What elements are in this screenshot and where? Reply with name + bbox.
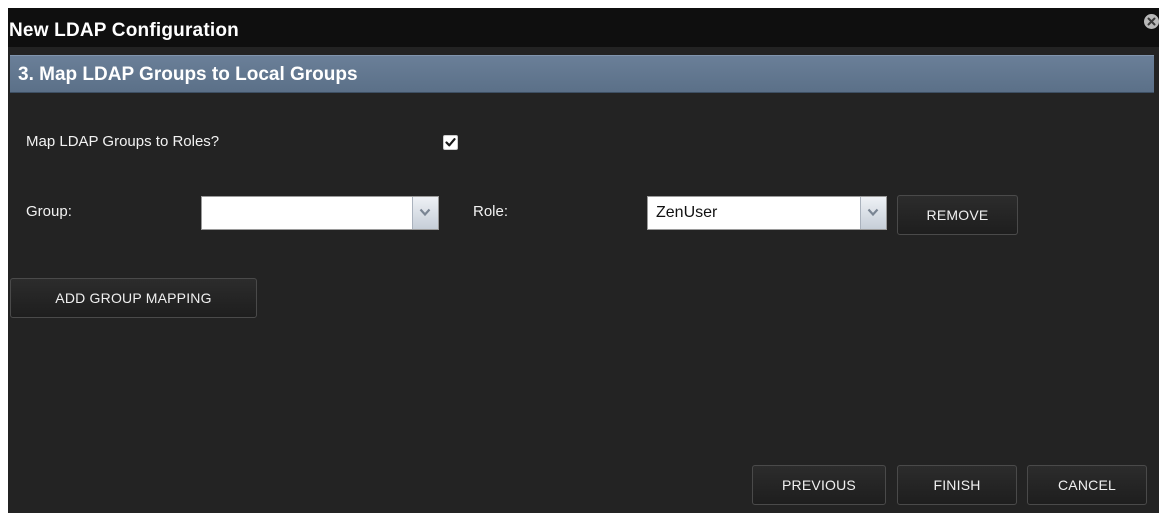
close-icon[interactable] [1144, 14, 1159, 29]
group-dropdown-trigger[interactable] [412, 197, 438, 229]
ldap-config-dialog: New LDAP Configuration 3. Map LDAP Group… [8, 8, 1159, 513]
role-select-value: ZenUser [656, 204, 718, 221]
dialog-title: New LDAP Configuration [9, 20, 239, 41]
finish-button[interactable]: FINISH [897, 465, 1017, 505]
cancel-button[interactable]: CANCEL [1027, 465, 1147, 505]
add-group-mapping-button[interactable]: ADD GROUP MAPPING [10, 278, 257, 318]
section-header: 3. Map LDAP Groups to Local Groups [10, 55, 1154, 93]
map-groups-checkbox[interactable] [443, 135, 458, 150]
checkmark-icon [445, 138, 456, 147]
chevron-down-icon [419, 208, 431, 217]
chevron-down-icon [867, 208, 879, 217]
role-dropdown-trigger[interactable] [860, 197, 886, 229]
previous-button[interactable]: PREVIOUS [752, 465, 886, 505]
section-title: 3. Map LDAP Groups to Local Groups [18, 64, 358, 85]
role-select[interactable]: ZenUser [647, 196, 887, 230]
group-label: Group: [26, 203, 72, 220]
dialog-titlebar: New LDAP Configuration [8, 8, 1159, 47]
role-label: Role: [473, 203, 509, 220]
map-groups-label: Map LDAP Groups to Roles? [26, 133, 220, 150]
remove-button[interactable]: REMOVE [897, 195, 1018, 235]
group-select[interactable] [201, 196, 439, 230]
